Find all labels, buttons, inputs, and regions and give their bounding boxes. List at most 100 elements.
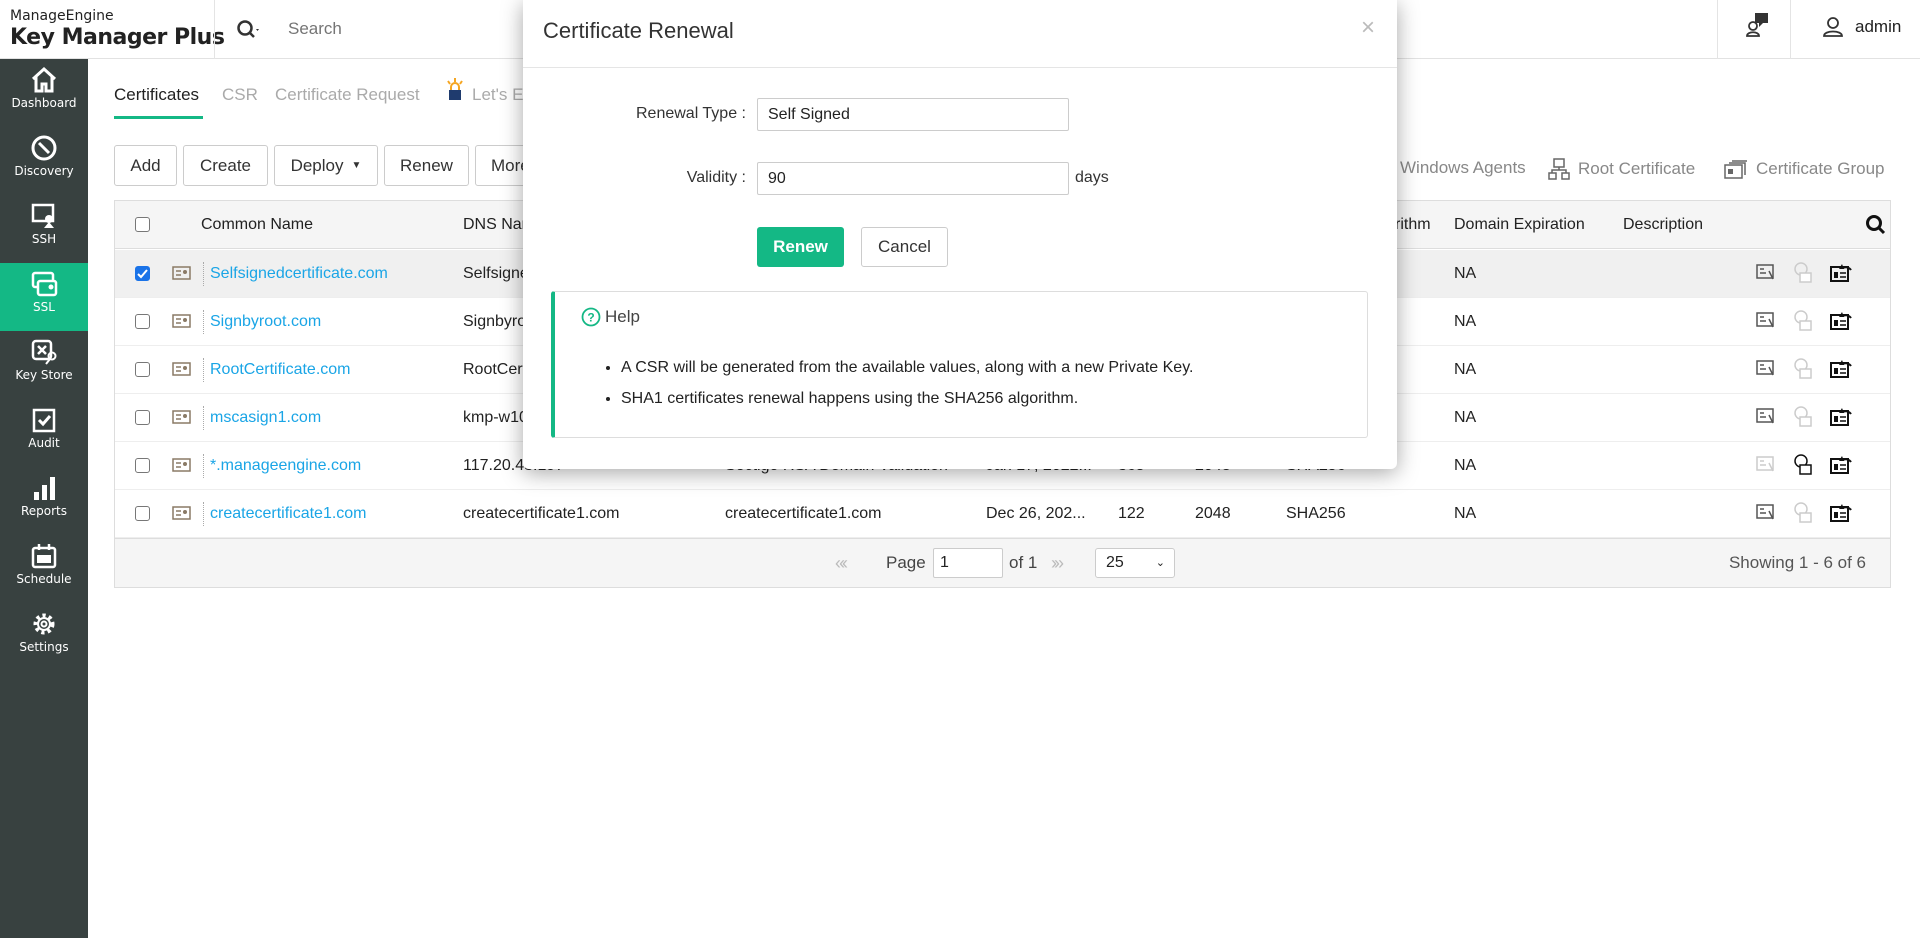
common-name-link[interactable]: RootCertificate.com bbox=[210, 346, 351, 394]
certificate-renewal-dialog: Certificate Renewal × Renewal Type : Sel… bbox=[523, 0, 1397, 469]
renewal-type-field[interactable]: Self Signed bbox=[757, 98, 1069, 131]
row-checkbox[interactable] bbox=[135, 506, 150, 521]
showing-count: Showing 1 - 6 of 6 bbox=[1728, 553, 1866, 572]
add-button[interactable]: Add bbox=[114, 145, 177, 186]
days-unit: days bbox=[1075, 169, 1109, 186]
certificate-details-icon[interactable] bbox=[172, 266, 192, 281]
certificate-details-icon[interactable] bbox=[172, 410, 192, 425]
edit-certificate-icon[interactable] bbox=[1755, 406, 1777, 426]
edit-certificate-icon[interactable] bbox=[1755, 358, 1777, 378]
deploy-certificate-icon[interactable] bbox=[1793, 502, 1813, 524]
table-row[interactable]: createcertificate1.com createcertificate1… bbox=[115, 490, 1890, 538]
validity-input[interactable]: 90 bbox=[757, 162, 1069, 195]
row-checkbox[interactable] bbox=[135, 410, 150, 425]
edit-certificate-icon[interactable] bbox=[1755, 310, 1777, 330]
lets-encrypt-lock-icon bbox=[447, 78, 463, 100]
close-icon[interactable]: × bbox=[1361, 14, 1375, 42]
renew-certificate-icon[interactable] bbox=[1829, 309, 1853, 331]
renewal-type-label: Renewal Type : bbox=[636, 105, 746, 122]
calendar-icon bbox=[31, 544, 57, 569]
search-icon[interactable] bbox=[236, 19, 262, 41]
page-label: Page bbox=[886, 553, 926, 572]
common-name-link[interactable]: Selfsignedcertificate.com bbox=[210, 250, 388, 298]
header-description[interactable]: Description bbox=[1623, 201, 1703, 249]
edit-certificate-icon[interactable] bbox=[1755, 262, 1777, 282]
sidebar-item-settings[interactable]: Settings bbox=[0, 603, 88, 671]
domain-expiration-cell: NA bbox=[1454, 361, 1477, 378]
next-last-page-icons[interactable]: ›» bbox=[1051, 553, 1064, 574]
root-certificate-link[interactable]: Root Certificate bbox=[1548, 158, 1695, 180]
certificate-details-icon[interactable] bbox=[172, 458, 192, 473]
header-domain-expiration[interactable]: Domain Expiration bbox=[1454, 201, 1585, 249]
tab-csr[interactable]: CSR bbox=[222, 85, 258, 105]
row-checkbox[interactable] bbox=[135, 266, 150, 281]
ssl-certificate-icon bbox=[31, 271, 58, 297]
help-item: A CSR will be generated from the availab… bbox=[621, 352, 1193, 383]
deploy-certificate-icon[interactable] bbox=[1793, 454, 1813, 476]
user-icon[interactable] bbox=[1822, 16, 1844, 38]
table-search-icon[interactable] bbox=[1865, 214, 1887, 236]
deploy-dropdown-button[interactable]: Deploy ▼ bbox=[274, 145, 378, 186]
sidebar-item-key-store[interactable]: Key Store bbox=[0, 331, 88, 399]
sidebar-item-schedule[interactable]: Schedule bbox=[0, 535, 88, 603]
certificate-details-icon[interactable] bbox=[172, 362, 192, 377]
renew-certificate-icon[interactable] bbox=[1829, 261, 1853, 283]
expiry-date-cell: Dec 26, 202... bbox=[986, 505, 1086, 522]
renew-submit-button[interactable]: Renew bbox=[757, 227, 844, 267]
common-name-link[interactable]: *.manageengine.com bbox=[210, 442, 361, 490]
root-certificate-icon bbox=[1548, 158, 1570, 180]
tab-certificates[interactable]: Certificates bbox=[114, 85, 199, 105]
windows-agents-link[interactable]: Windows Agents bbox=[1400, 158, 1526, 178]
svg-text:?: ? bbox=[587, 311, 594, 325]
renew-certificate-icon[interactable] bbox=[1829, 405, 1853, 427]
deploy-certificate-icon[interactable] bbox=[1793, 262, 1813, 284]
domain-expiration-cell: NA bbox=[1454, 457, 1477, 474]
pagination-bar: «‹ Page 1 of 1 ›» 25 ⌄ Showing 1 - 6 of 6 bbox=[115, 538, 1890, 587]
domain-expiration-cell: NA bbox=[1454, 313, 1477, 330]
user-name[interactable]: admin bbox=[1855, 17, 1901, 37]
sidebar-item-reports[interactable]: Reports bbox=[0, 467, 88, 535]
common-name-link[interactable]: mscasign1.com bbox=[210, 394, 321, 442]
help-box: ? Help A CSR will be generated from the … bbox=[551, 291, 1368, 438]
tab-certificate-request[interactable]: Certificate Request bbox=[275, 85, 420, 105]
deploy-certificate-icon[interactable] bbox=[1793, 358, 1813, 380]
edit-certificate-icon[interactable] bbox=[1755, 454, 1777, 474]
create-button[interactable]: Create bbox=[183, 145, 268, 186]
header-common-name[interactable]: Common Name bbox=[201, 201, 313, 249]
renew-certificate-icon[interactable] bbox=[1829, 501, 1853, 523]
select-all-checkbox[interactable] bbox=[135, 217, 150, 232]
certificate-group-link[interactable]: Certificate Group bbox=[1724, 158, 1885, 180]
certificate-details-icon[interactable] bbox=[172, 314, 192, 329]
edit-certificate-icon[interactable] bbox=[1755, 502, 1777, 522]
row-checkbox[interactable] bbox=[135, 458, 150, 473]
renew-button[interactable]: Renew bbox=[384, 145, 469, 186]
active-tab-indicator bbox=[114, 116, 203, 119]
common-name-link[interactable]: createcertificate1.com bbox=[210, 490, 367, 538]
days-cell: 122 bbox=[1118, 505, 1145, 522]
deploy-certificate-icon[interactable] bbox=[1793, 310, 1813, 332]
sidebar-item-ssl[interactable]: SSL bbox=[0, 263, 88, 331]
deploy-certificate-icon[interactable] bbox=[1793, 406, 1813, 428]
dialog-title: Certificate Renewal bbox=[543, 18, 734, 43]
row-checkbox[interactable] bbox=[135, 362, 150, 377]
per-page-select[interactable]: 25 ⌄ bbox=[1095, 548, 1175, 578]
sidebar: Dashboard Discovery SSH SSL Key Store Au… bbox=[0, 59, 88, 938]
sidebar-item-discovery[interactable]: Discovery bbox=[0, 127, 88, 195]
cancel-button[interactable]: Cancel bbox=[861, 227, 948, 267]
renew-certificate-icon[interactable] bbox=[1829, 357, 1853, 379]
sidebar-item-audit[interactable]: Audit bbox=[0, 399, 88, 467]
renew-certificate-icon[interactable] bbox=[1829, 453, 1853, 475]
row-checkbox[interactable] bbox=[135, 314, 150, 329]
page-count: of 1 bbox=[1009, 553, 1038, 572]
gear-icon bbox=[33, 613, 55, 635]
common-name-link[interactable]: Signbyroot.com bbox=[210, 298, 321, 346]
brand-small: ManageEngine bbox=[10, 8, 114, 24]
chat-support-icon[interactable] bbox=[1745, 12, 1771, 38]
page-input[interactable]: 1 bbox=[933, 548, 1003, 578]
certificate-details-icon[interactable] bbox=[172, 506, 192, 521]
tab-lets-encrypt[interactable]: Let's E bbox=[472, 85, 523, 105]
first-prev-page-icons[interactable]: «‹ bbox=[835, 553, 848, 574]
sidebar-item-dashboard[interactable]: Dashboard bbox=[0, 59, 88, 127]
sidebar-item-ssh[interactable]: SSH bbox=[0, 195, 88, 263]
certificate-group-icon bbox=[1724, 160, 1747, 179]
